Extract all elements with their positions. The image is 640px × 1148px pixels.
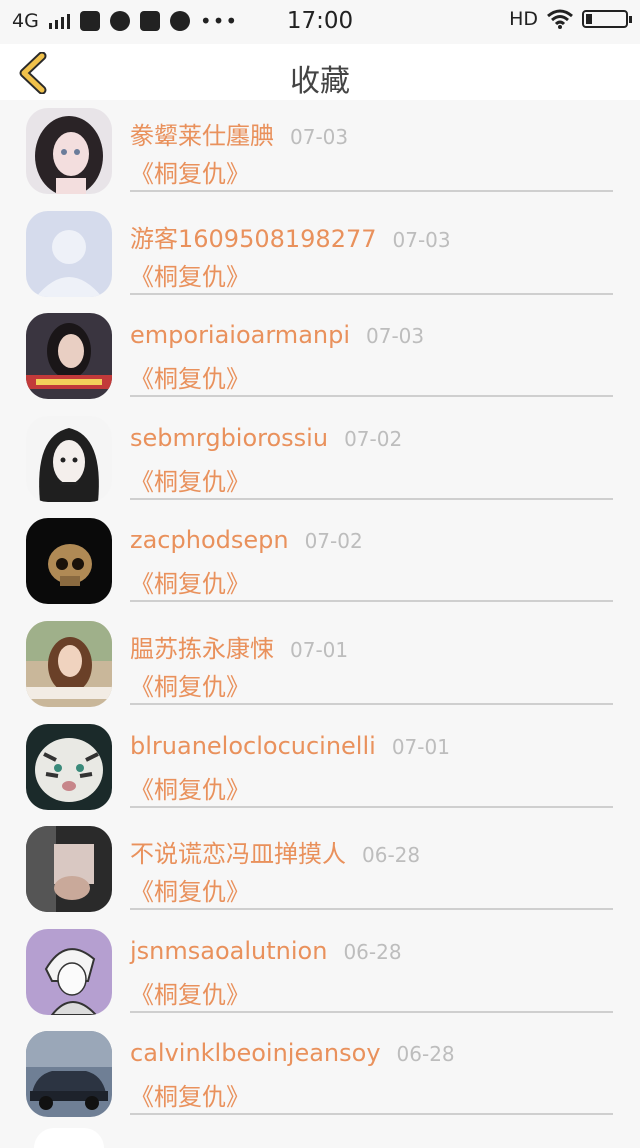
divider [130,395,613,398]
car-avatar [26,1031,112,1118]
partial-avatar [34,1128,104,1148]
name-line: emporiaioarmanpi 07-03 [130,321,424,349]
skull-avatar [26,518,112,605]
status-right: HD [509,8,632,30]
name-line: blruaneloclocucinelli 07-01 [130,732,450,760]
name-line: calvinklbeoinjeansoy 06-28 [130,1039,455,1067]
page-title: 收藏 [290,64,350,99]
user-name[interactable]: 腽苏拣永康悚 [130,629,274,664]
divider [130,190,613,192]
list-item[interactable]: emporiaioarmanpi 07-03 《桐复仇》 [0,305,640,408]
list-item[interactable]: blruaneloclocucinelli 07-01 《桐复仇》 [0,716,640,819]
name-line: 游客1609508198277 07-03 [130,219,451,254]
book-title-link[interactable]: 《桐复仇》 [130,872,250,907]
avatar[interactable] [26,928,112,1015]
name-line: 腽苏拣永康悚 07-01 [130,629,348,664]
list-item[interactable]: 豢颦莱仕廛腆 07-03 《桐复仇》 [0,100,640,203]
girl-photo-avatar [26,313,112,400]
name-line: jsnmsaoalutnion 06-28 [130,937,402,965]
list-item[interactable]: sebmrgbiorossiu 07-02 《桐复仇》 [0,408,640,511]
tiger-avatar [26,723,112,810]
girl-outdoor-avatar [26,620,112,707]
user-name[interactable]: blruaneloclocucinelli [130,732,376,760]
list-item[interactable]: jsnmsaoalutnion 06-28 《桐复仇》 [0,921,640,1024]
name-line: 豢颦莱仕廛腆 07-03 [130,116,348,151]
favorite-date: 06-28 [362,843,421,868]
nav-bar: 收藏 [0,44,640,100]
name-line: 不说谎恋冯皿掸摸人 06-28 [130,834,420,869]
divider [130,497,613,500]
avatar[interactable] [26,826,112,913]
user-name[interactable]: zacphodsepn [130,526,289,554]
hd-label: HD [509,8,538,30]
divider [130,805,613,808]
book-title-link[interactable]: 《桐复仇》 [130,564,250,599]
user-name[interactable]: sebmrgbiorossiu [130,424,328,452]
user-name[interactable]: calvinklbeoinjeansoy [130,1039,381,1067]
list-item[interactable]: 腽苏拣永康悚 07-01 《桐复仇》 [0,613,640,716]
avatar[interactable] [26,210,112,297]
user-name[interactable]: 游客1609508198277 [130,219,377,254]
list-item[interactable]: calvinklbeoinjeansoy 06-28 《桐复仇》 [0,1023,640,1126]
name-line: zacphodsepn 07-02 [130,526,363,554]
favorite-date: 06-28 [396,1042,455,1067]
list-item[interactable]: zacphodsepn 07-02 《桐复仇》 [0,510,640,613]
wifi-icon [547,9,573,29]
divider [130,600,613,603]
user-name[interactable]: jsnmsaoalutnion [130,937,327,965]
list-item[interactable]: 游客1609508198277 07-03 《桐复仇》 [0,203,640,306]
divider [130,292,613,295]
avatar[interactable] [26,313,112,400]
divider [130,702,613,705]
hands-photo-avatar [26,826,112,913]
book-title-link[interactable]: 《桐复仇》 [130,770,250,805]
favorite-date: 07-01 [290,637,349,662]
avatar[interactable] [26,723,112,810]
avatar[interactable] [26,518,112,605]
battery-icon [582,10,632,28]
girl-illustration-avatar [26,108,112,194]
status-bar: 4G ••• 17:00 HD [0,0,640,44]
favorites-list: 豢颦莱仕廛腆 07-03 《桐复仇》 游客1609508198277 07-03 《桐复仇… [0,100,640,1126]
anime-boy-avatar [26,928,112,1015]
user-name[interactable]: emporiaioarmanpi [130,321,350,349]
user-name[interactable]: 不说谎恋冯皿掸摸人 [130,834,346,869]
book-title-link[interactable]: 《桐复仇》 [130,1077,250,1112]
avatar[interactable] [26,108,112,194]
book-title-link[interactable]: 《桐复仇》 [130,359,250,394]
avatar[interactable] [26,620,112,707]
divider [130,1010,613,1013]
favorite-date: 07-03 [366,324,425,349]
favorite-date: 07-01 [391,734,450,759]
favorite-date: 07-03 [290,125,349,149]
book-title-link[interactable]: 《桐复仇》 [130,975,250,1010]
avatar[interactable] [26,1031,112,1118]
book-title-link[interactable]: 《桐复仇》 [130,667,250,702]
avatar[interactable] [26,415,112,502]
list-item[interactable]: 不说谎恋冯皿掸摸人 06-28 《桐复仇》 [0,818,640,921]
user-name[interactable]: 豢颦莱仕廛腆 [130,116,274,151]
favorite-date: 07-02 [344,426,403,451]
book-title-link[interactable]: 《桐复仇》 [130,154,250,189]
default-person-avatar [26,210,112,297]
anime-girl-avatar [26,415,112,502]
favorite-date: 07-03 [392,227,451,252]
book-title-link[interactable]: 《桐复仇》 [130,462,250,497]
favorite-date: 07-02 [304,529,363,554]
book-title-link[interactable]: 《桐复仇》 [130,257,250,292]
divider [130,908,613,911]
divider [130,1113,613,1116]
name-line: sebmrgbiorossiu 07-02 [130,424,402,452]
favorite-date: 06-28 [343,939,402,964]
